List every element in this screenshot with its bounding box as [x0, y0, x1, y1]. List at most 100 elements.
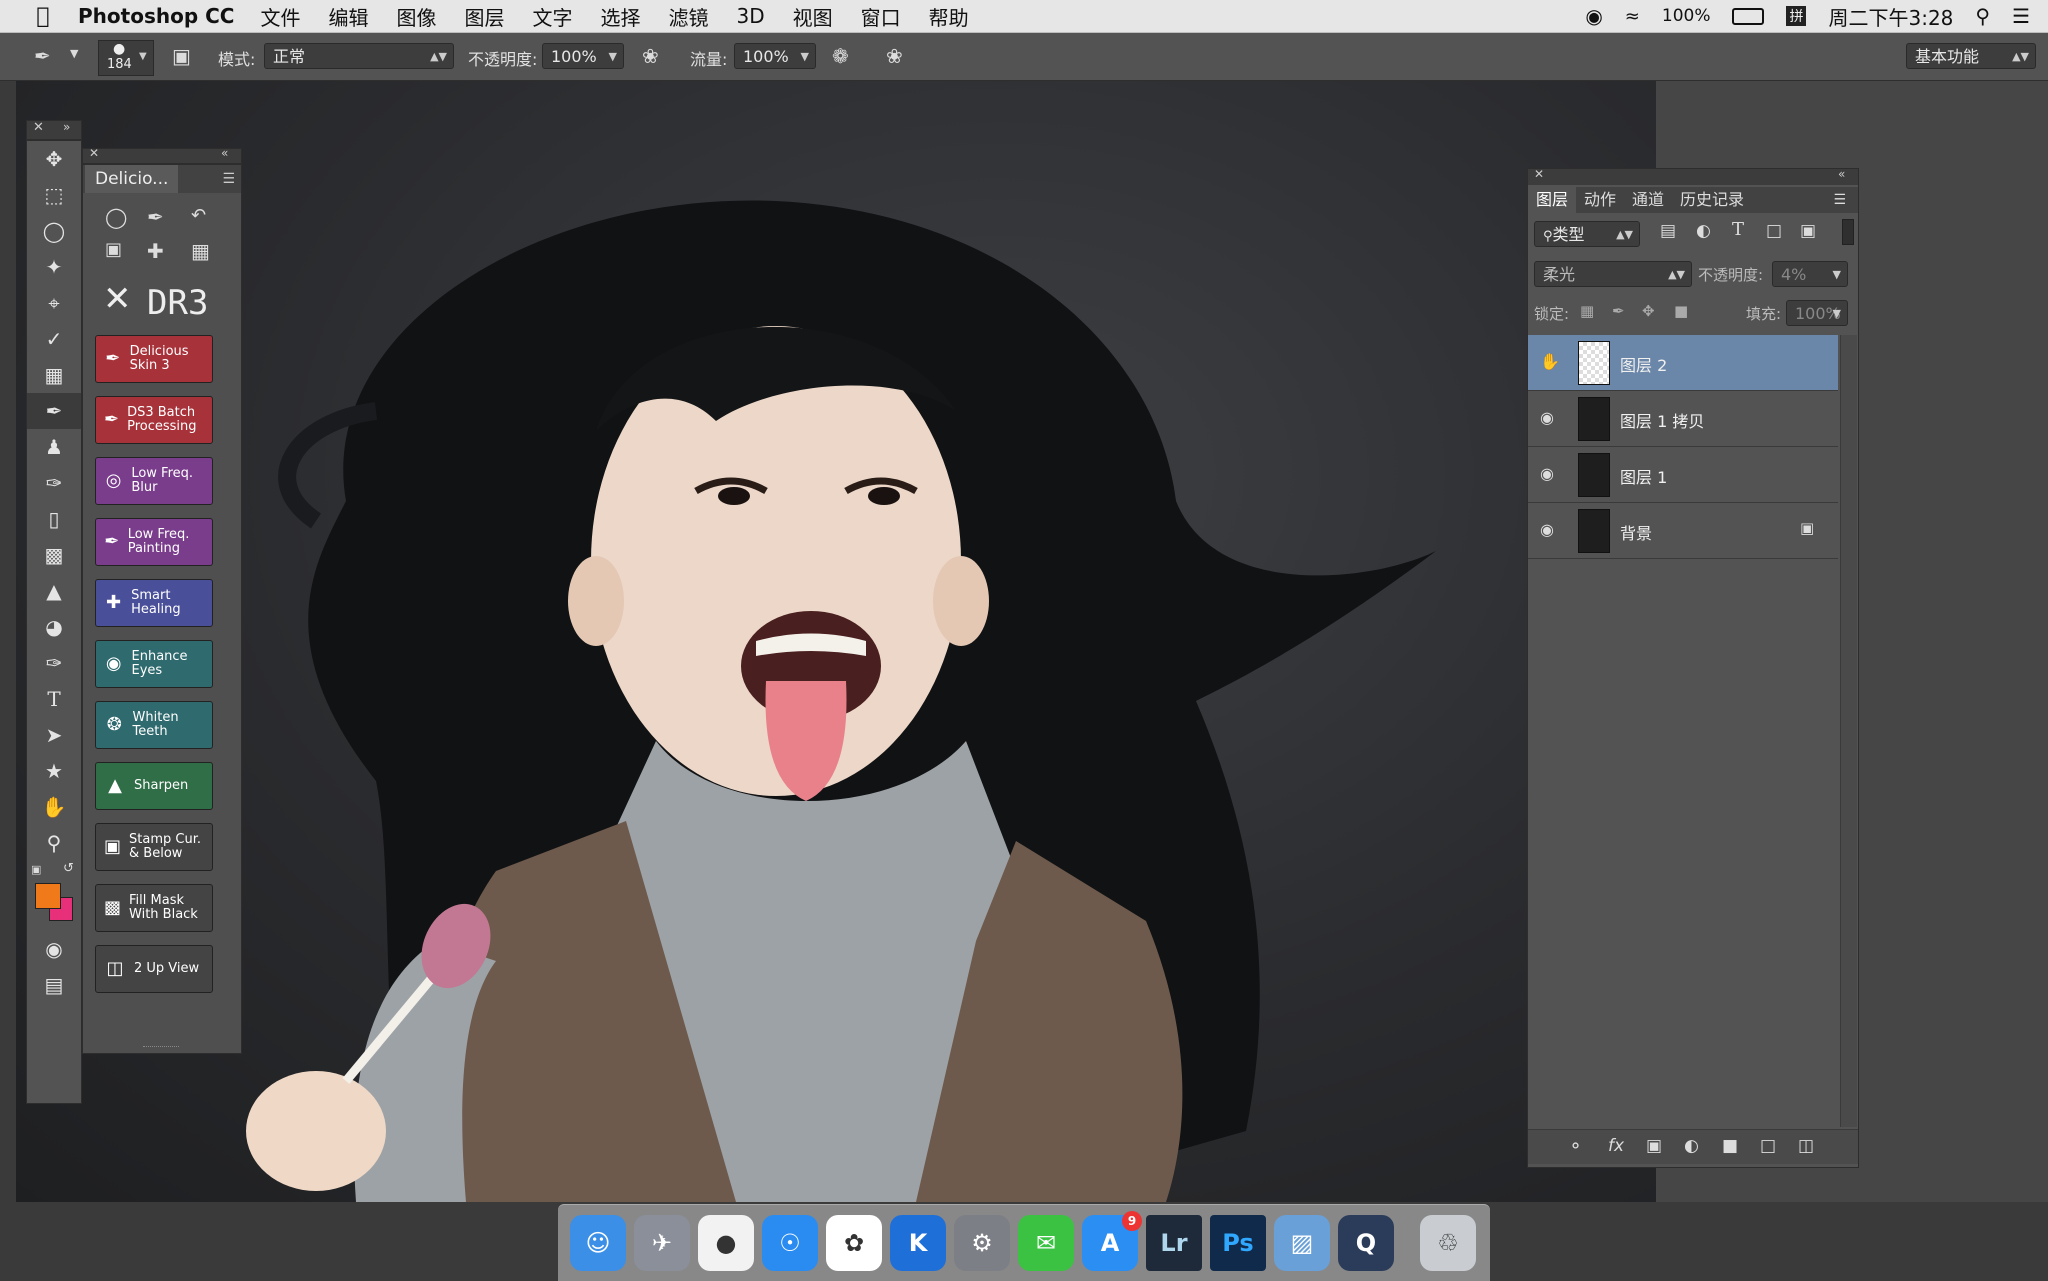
app-store-icon[interactable]: A9 [1082, 1211, 1142, 1271]
tool-preset-arrow-icon[interactable]: ▼ [70, 47, 78, 60]
keynote-icon[interactable]: K [890, 1215, 946, 1271]
plugin-button-7[interactable]: ▲ Sharpen [95, 762, 213, 810]
swap-colors-icon[interactable]: ↺ [63, 861, 74, 876]
gradient-tool-icon[interactable]: ▩ [27, 537, 81, 573]
crop-tool-icon[interactable]: ⌖ [27, 285, 81, 321]
tab-layers[interactable]: 图层 [1528, 187, 1577, 213]
layer-filter-select[interactable]: ⚲类型 ▲▼ [1534, 221, 1640, 247]
plugin-button-2[interactable]: ◎ Low Freq. Blur [95, 457, 213, 505]
dodge-tool-icon[interactable]: ◕ [27, 609, 81, 645]
menu-type[interactable]: 文字 [532, 2, 572, 31]
finder-icon[interactable]: ☺ [570, 1215, 626, 1271]
panel-menu-icon[interactable]: ☰ [1825, 187, 1854, 213]
lock-pixels-icon[interactable]: ✒ [1612, 302, 1625, 320]
opacity-field[interactable]: 100% ▼ [542, 43, 624, 69]
eye-icon[interactable]: ◉ [1540, 408, 1554, 427]
safari-icon[interactable]: ☉ [762, 1215, 818, 1271]
pressure-opacity-icon[interactable]: ❀ [642, 44, 659, 68]
menu-select[interactable]: 选择 [600, 2, 640, 31]
workspace-select[interactable]: 基本功能 ▲▼ [1906, 43, 2036, 69]
hand-tool-icon[interactable]: ✋ [27, 789, 81, 825]
menu-edit[interactable]: 编辑 [328, 2, 368, 31]
menu-image[interactable]: 图像 [396, 2, 436, 31]
lasso-tool-icon[interactable]: ◯ [27, 213, 81, 249]
collapse-icon[interactable]: « [1838, 167, 1845, 181]
battery-icon[interactable] [1732, 7, 1765, 25]
brush-icon[interactable]: ✒ [147, 205, 164, 229]
input-method-icon[interactable]: 拼 [1786, 6, 1807, 26]
quick-select-tool-icon[interactable]: ✦ [27, 249, 81, 285]
eye-icon[interactable]: ◉ [1540, 520, 1554, 539]
apple-icon[interactable]:  [28, 4, 58, 29]
filter-adjustment-icon[interactable]: ◐ [1696, 221, 1711, 241]
brush-panel-toggle-icon[interactable]: ▣ [172, 44, 191, 68]
spotlight-search-icon[interactable]: ⚲ [1975, 4, 1990, 28]
path-select-tool-icon[interactable]: ➤ [27, 717, 81, 753]
layer-row[interactable]: ✋ 图层 2 [1528, 335, 1838, 391]
expand-icon[interactable]: » [63, 120, 70, 134]
quick-mask-icon[interactable]: ◉ [27, 931, 81, 967]
menu-help[interactable]: 帮助 [929, 2, 969, 31]
stamp-tool-icon[interactable]: ♟ [27, 429, 81, 465]
filter-type-icon[interactable]: T [1732, 219, 1744, 240]
photoshop-icon[interactable]: Ps [1210, 1215, 1266, 1271]
plugin-button-10[interactable]: ◫ 2 Up View [95, 945, 213, 993]
menu-layer[interactable]: 图层 [464, 2, 504, 31]
launchpad-icon[interactable]: ✈ [634, 1215, 690, 1271]
close-icon[interactable]: ✕ [1534, 167, 1544, 181]
brush-tool-icon[interactable]: ✒ [27, 393, 81, 429]
foreground-color-swatch[interactable] [35, 883, 61, 909]
notification-center-icon[interactable]: ☰ [2012, 4, 2030, 28]
new-layer-icon[interactable]: □ [1760, 1136, 1776, 1156]
pen-tool-icon[interactable]: ✑ [27, 645, 81, 681]
preview-icon[interactable]: ▨ [1274, 1215, 1330, 1271]
plugin-button-0[interactable]: ✒ Delicious Skin 3 [95, 335, 213, 383]
layer-opacity-field[interactable]: 4% ▼ [1772, 261, 1848, 287]
wechat-icon[interactable]: ✉ [1018, 1215, 1074, 1271]
lock-position-icon[interactable]: ✥ [1642, 302, 1655, 320]
document-canvas[interactable] [16, 81, 1656, 1202]
healing-tool-icon[interactable]: ▦ [27, 357, 81, 393]
tab-actions[interactable]: 动作 [1576, 187, 1624, 213]
stamp-icon[interactable]: ▣ [105, 239, 122, 260]
airbrush-icon[interactable]: ❁ [832, 44, 849, 68]
collapse-icon[interactable]: « [221, 146, 228, 160]
filter-shape-icon[interactable]: □ [1766, 221, 1782, 241]
menu-3d[interactable]: 3D [736, 4, 764, 28]
eyedropper-tool-icon[interactable]: ✓ [27, 321, 81, 357]
resize-grip[interactable] [143, 1046, 179, 1051]
default-colors-icon[interactable]: ▣ [31, 863, 41, 876]
layer-row[interactable]: ◉ 图层 1 拷贝 [1528, 391, 1838, 447]
move-tool-icon[interactable]: ✥ [27, 141, 81, 177]
layer-blend-mode-select[interactable]: 柔光 ▲▼ [1534, 261, 1692, 287]
brush-preset-picker[interactable]: ● 184 ▼ [98, 40, 154, 76]
undo-icon[interactable]: ↶ [191, 205, 206, 226]
tab-delicious[interactable]: Delicio... [85, 165, 179, 193]
trash-icon[interactable]: ♲ [1420, 1215, 1476, 1271]
plugin-button-9[interactable]: ▩ Fill Mask With Black [95, 884, 213, 932]
history-brush-tool-icon[interactable]: ✑ [27, 465, 81, 501]
new-group-icon[interactable]: ■ [1722, 1136, 1738, 1156]
menu-view[interactable]: 视图 [793, 2, 833, 31]
quicktime-icon[interactable]: Q [1338, 1215, 1394, 1271]
layer-row[interactable]: ◉ 图层 1 [1528, 447, 1838, 503]
plugin-button-4[interactable]: ✚ Smart Healing [95, 579, 213, 627]
plugin-button-5[interactable]: ◉ Enhance Eyes [95, 640, 213, 688]
zoom-tool-icon[interactable]: ⚲ [27, 825, 81, 861]
lightroom-icon[interactable]: Lr [1146, 1215, 1202, 1271]
wifi-icon[interactable]: ≈ [1625, 6, 1640, 27]
plugin-button-3[interactable]: ✒ Low Freq. Painting [95, 518, 213, 566]
brush-tool-icon[interactable]: ✒ [34, 44, 51, 68]
plugin-button-1[interactable]: ✒ DS3 Batch Processing [95, 396, 213, 444]
filter-smart-object-icon[interactable]: ▣ [1800, 221, 1816, 241]
flow-field[interactable]: 100% ▼ [734, 43, 816, 69]
screen-mode-icon[interactable]: ▤ [27, 967, 81, 1003]
system-preferences-icon[interactable]: ⚙ [954, 1215, 1010, 1271]
clock[interactable]: 周二下午3:28 [1828, 2, 1953, 31]
eraser-tool-icon[interactable]: ▯ [27, 501, 81, 537]
trash-icon[interactable]: ◫ [1798, 1136, 1814, 1156]
tab-history[interactable]: 历史记录 [1672, 187, 1752, 213]
qq-icon[interactable]: ● [698, 1215, 754, 1271]
plugin-button-6[interactable]: ❂ Whiten Teeth [95, 701, 213, 749]
menu-file[interactable]: 文件 [260, 2, 300, 31]
